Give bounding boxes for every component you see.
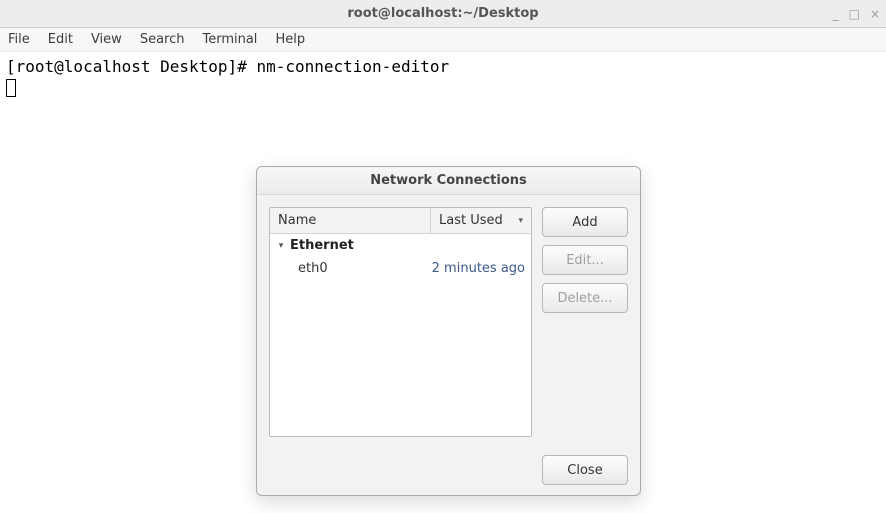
network-connections-dialog: Network Connections Name Last Used ▾ ▾ E… <box>256 166 641 496</box>
list-header: Name Last Used ▾ <box>270 208 531 234</box>
chevron-down-icon: ▾ <box>518 216 523 226</box>
maximize-button[interactable]: □ <box>849 7 860 21</box>
list-item[interactable]: eth0 2 minutes ago <box>270 257 531 280</box>
terminal-cursor <box>6 79 16 97</box>
window-titlebar[interactable]: root@localhost:~/Desktop _ □ × <box>0 0 886 28</box>
column-name[interactable]: Name <box>270 208 431 233</box>
button-column: Add Edit... Delete... <box>542 207 628 437</box>
dialog-body: Name Last Used ▾ ▾ Ethernet eth0 2 minut… <box>257 195 640 445</box>
menu-search[interactable]: Search <box>140 32 185 47</box>
close-dialog-button[interactable]: Close <box>542 455 628 485</box>
prompt-text: [root@localhost Desktop]# <box>6 57 256 76</box>
desktop: root@localhost:~/Desktop _ □ × File Edit… <box>0 0 886 513</box>
menu-view[interactable]: View <box>91 32 122 47</box>
column-name-label: Name <box>278 213 316 228</box>
delete-button[interactable]: Delete... <box>542 283 628 313</box>
column-last-used[interactable]: Last Used ▾ <box>431 208 531 233</box>
connection-last-used: 2 minutes ago <box>425 261 525 276</box>
expand-triangle-icon[interactable]: ▾ <box>276 241 286 251</box>
group-label: Ethernet <box>290 238 354 253</box>
dialog-footer: Close <box>257 445 640 495</box>
window-title: root@localhost:~/Desktop <box>0 6 886 21</box>
dialog-title[interactable]: Network Connections <box>257 167 640 195</box>
menu-terminal[interactable]: Terminal <box>202 32 257 47</box>
minimize-button[interactable]: _ <box>833 7 839 21</box>
close-button[interactable]: × <box>870 7 880 21</box>
add-button[interactable]: Add <box>542 207 628 237</box>
connection-name: eth0 <box>298 261 425 276</box>
terminal-line: [root@localhost Desktop]# nm-connection-… <box>6 56 880 78</box>
command-text: nm-connection-editor <box>256 57 449 76</box>
window-controls: _ □ × <box>833 0 880 28</box>
list-rows: ▾ Ethernet eth0 2 minutes ago <box>270 234 531 436</box>
edit-button[interactable]: Edit... <box>542 245 628 275</box>
terminal-area[interactable]: [root@localhost Desktop]# nm-connection-… <box>0 52 886 103</box>
menu-help[interactable]: Help <box>275 32 305 47</box>
menubar: File Edit View Search Terminal Help <box>0 28 886 52</box>
group-ethernet[interactable]: ▾ Ethernet <box>270 234 531 257</box>
column-last-used-label: Last Used <box>439 213 503 228</box>
connection-list[interactable]: Name Last Used ▾ ▾ Ethernet eth0 2 minut… <box>269 207 532 437</box>
menu-file[interactable]: File <box>8 32 30 47</box>
menu-edit[interactable]: Edit <box>48 32 73 47</box>
